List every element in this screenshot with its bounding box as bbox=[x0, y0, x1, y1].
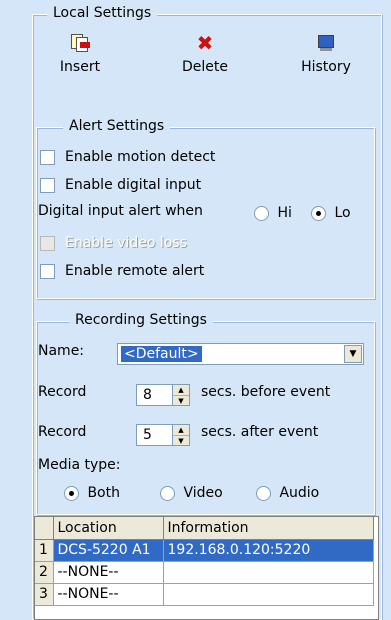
enable-video-loss-checkbox[interactable]: Enable video loss bbox=[40, 233, 187, 253]
delete-icon: ✖ bbox=[196, 31, 214, 55]
both-label: Both bbox=[87, 485, 120, 501]
audio-radio-circle[interactable] bbox=[256, 485, 271, 501]
history-label: History bbox=[301, 59, 351, 75]
lo-radio-circle[interactable] bbox=[311, 205, 326, 221]
hi-label: Hi bbox=[277, 205, 292, 221]
name-dropdown[interactable]: <Default> ▼ bbox=[117, 343, 364, 365]
up-arrow-icon[interactable]: ▲ bbox=[173, 385, 189, 395]
history-button[interactable]: History bbox=[286, 33, 366, 75]
column-header-location[interactable]: Location bbox=[53, 517, 164, 540]
enable-remote-alert-checkbox[interactable]: Enable remote alert bbox=[40, 261, 204, 281]
information-cell[interactable] bbox=[163, 583, 374, 606]
motion-detect-label: Enable motion detect bbox=[65, 149, 216, 165]
before-event-stepper[interactable]: 8 ▲ ▼ bbox=[136, 384, 190, 406]
remote-alert-check[interactable] bbox=[40, 263, 55, 279]
location-cell[interactable]: DCS-5220 A1 bbox=[53, 539, 164, 562]
before-event-suffix: secs. before event bbox=[201, 384, 331, 400]
down-arrow-icon[interactable]: ▼ bbox=[173, 435, 189, 445]
before-event-value[interactable]: 8 bbox=[143, 387, 152, 403]
row-number: 2 bbox=[35, 561, 54, 584]
record-after-label: Record bbox=[38, 424, 87, 440]
location-grid[interactable]: Location Information 1 DCS-5220 A1 192.1… bbox=[34, 516, 379, 620]
remote-alert-label: Enable remote alert bbox=[65, 263, 205, 279]
both-radio-circle[interactable] bbox=[64, 485, 79, 501]
motion-detect-check[interactable] bbox=[40, 149, 55, 165]
audio-label: Audio bbox=[279, 485, 320, 501]
information-cell[interactable] bbox=[163, 561, 374, 584]
row-number: 3 bbox=[35, 583, 54, 606]
table-row[interactable]: 3 --NONE-- bbox=[35, 583, 374, 606]
digital-input-label: Enable digital input bbox=[65, 177, 202, 193]
insert-button[interactable]: Insert bbox=[40, 33, 120, 75]
media-both-radio[interactable]: Both bbox=[64, 485, 120, 501]
information-cell[interactable]: 192.168.0.120:5220 bbox=[163, 539, 374, 562]
table-row[interactable]: 1 DCS-5220 A1 192.168.0.120:5220 bbox=[35, 539, 374, 562]
hi-radio[interactable]: Hi bbox=[254, 205, 292, 221]
hi-radio-circle[interactable] bbox=[254, 205, 269, 221]
after-event-value[interactable]: 5 bbox=[143, 427, 152, 443]
digital-input-alert-when-label: Digital input alert when bbox=[38, 203, 203, 219]
local-settings-panel: Local Settings Insert ✖ Delete History A… bbox=[0, 0, 391, 620]
local-settings-title: Local Settings bbox=[47, 5, 158, 21]
video-radio-circle[interactable] bbox=[160, 485, 175, 501]
row-number: 1 bbox=[35, 539, 54, 562]
lo-label: Lo bbox=[334, 205, 351, 221]
stepper-arrows[interactable]: ▲ ▼ bbox=[172, 385, 189, 405]
insert-icon bbox=[70, 33, 90, 53]
chevron-down-icon[interactable]: ▼ bbox=[344, 345, 362, 363]
after-event-stepper[interactable]: 5 ▲ ▼ bbox=[136, 424, 190, 446]
video-loss-check[interactable] bbox=[40, 235, 55, 251]
corner-cell bbox=[35, 517, 54, 540]
delete-button[interactable]: ✖ Delete bbox=[165, 33, 245, 75]
down-arrow-icon[interactable]: ▼ bbox=[173, 395, 189, 405]
alert-settings-title: Alert Settings bbox=[63, 118, 171, 134]
video-loss-label: Enable video loss bbox=[65, 235, 187, 251]
media-type-label: Media type: bbox=[38, 457, 121, 473]
location-cell[interactable]: --NONE-- bbox=[53, 583, 164, 606]
insert-label: Insert bbox=[59, 59, 101, 75]
up-arrow-icon[interactable]: ▲ bbox=[173, 425, 189, 435]
stepper-arrows[interactable]: ▲ ▼ bbox=[172, 425, 189, 445]
enable-digital-input-checkbox[interactable]: Enable digital input bbox=[40, 175, 201, 195]
recording-settings-title: Recording Settings bbox=[69, 312, 213, 328]
media-audio-radio[interactable]: Audio bbox=[256, 485, 319, 501]
delete-label: Delete bbox=[182, 59, 228, 75]
lo-radio[interactable]: Lo bbox=[311, 205, 351, 221]
digital-input-check[interactable] bbox=[40, 177, 55, 193]
enable-motion-detect-checkbox[interactable]: Enable motion detect bbox=[40, 147, 215, 167]
table-row[interactable]: 2 --NONE-- bbox=[35, 561, 374, 584]
after-event-suffix: secs. after event bbox=[201, 424, 319, 440]
name-label: Name: bbox=[38, 343, 85, 359]
name-dropdown-value: <Default> bbox=[121, 346, 202, 362]
location-cell[interactable]: --NONE-- bbox=[53, 561, 164, 584]
column-header-information[interactable]: Information bbox=[163, 517, 374, 540]
history-icon bbox=[316, 33, 336, 53]
grid-header-row: Location Information bbox=[35, 517, 374, 540]
record-before-label: Record bbox=[38, 384, 87, 400]
video-label: Video bbox=[183, 485, 223, 501]
media-video-radio[interactable]: Video bbox=[160, 485, 223, 501]
